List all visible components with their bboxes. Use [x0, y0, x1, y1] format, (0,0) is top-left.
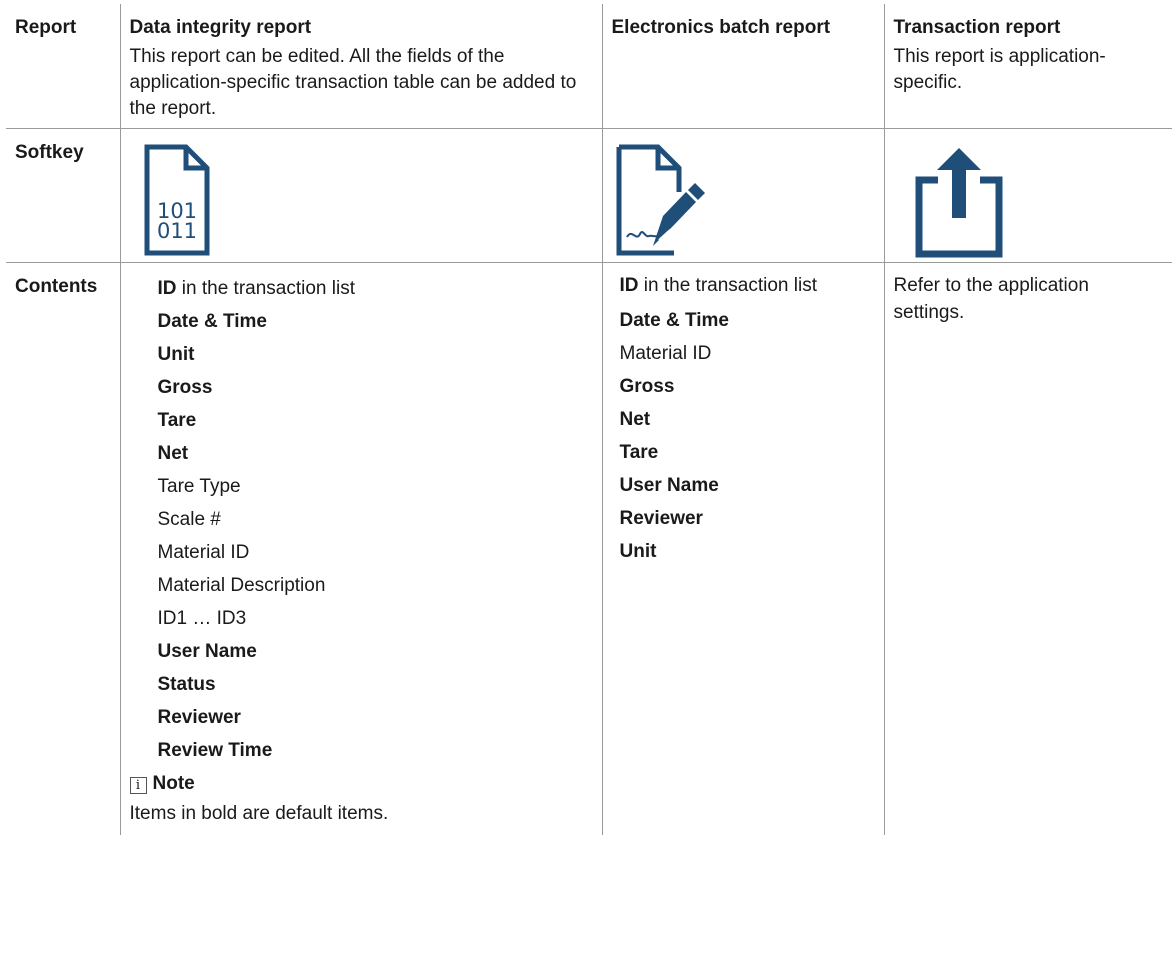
content-item: Date & Time [157, 311, 267, 332]
content-item: Gross [157, 377, 213, 398]
content-item: Reviewer [619, 508, 703, 529]
row-header-contents: Contents [6, 262, 121, 835]
data-integrity-softkey-cell: 101 011 [119, 128, 603, 263]
info-icon: i [129, 777, 147, 794]
content-item: Tare Type [157, 476, 241, 497]
binary-file-icon: 101 011 [144, 144, 209, 256]
transaction-header-cell: Transaction report This report is applic… [883, 4, 1172, 129]
transaction-softkey-cell [883, 128, 1172, 263]
content-item: Reviewer [157, 707, 241, 728]
content-item: Unit [619, 541, 657, 562]
data-integrity-contents-list: ID in the transaction list Date & Time Uni… [130, 272, 594, 767]
content-item: Net [157, 443, 189, 464]
data-integrity-title: Data integrity report [129, 17, 312, 38]
content-item: Date & Time [619, 310, 729, 331]
content-item: Status [157, 674, 216, 695]
svg-text:011: 011 [156, 219, 196, 243]
content-item: Net [619, 409, 651, 430]
data-integrity-header-cell: Data integrity report This report can be… [119, 4, 603, 129]
electronics-batch-softkey-cell [601, 128, 885, 263]
contents-row: Contents ID in the transaction list Date … [6, 262, 1172, 835]
data-integrity-description: This report can be edited. All the field… [129, 46, 577, 119]
report-row: Report Data integrity report This report… [6, 4, 1172, 129]
electronics-batch-contents-cell: ID in the transaction list Date & Time Mat… [601, 262, 885, 835]
softkey-row: Softkey 101 011 [6, 128, 1172, 263]
transaction-report-description: This report is application-specific. [893, 46, 1106, 93]
row-header-report: Report [6, 4, 121, 129]
content-item: Material ID [157, 542, 250, 563]
content-item: Scale # [157, 509, 221, 530]
note-title: i Note [129, 769, 594, 799]
content-item: User Name [619, 475, 719, 496]
content-item: Material ID [619, 343, 712, 364]
data-integrity-contents-cell: ID in the transaction list Date & Time Uni… [119, 262, 603, 835]
export-upload-icon [915, 148, 1002, 258]
electronics-batch-contents-list: ID in the transaction list Date & Time Mat… [612, 272, 876, 568]
document-signature-icon [616, 144, 705, 256]
row-header-softkey: Softkey [6, 128, 121, 263]
transaction-contents-text: Refer to the application settings. [893, 275, 1089, 323]
content-item: ID1 … ID3 [157, 608, 247, 629]
content-item: Unit [157, 344, 195, 365]
note-text: Items in bold are default items. [129, 803, 389, 824]
content-item: ID in the transaction list [157, 278, 355, 299]
content-item: Review Time [157, 740, 273, 761]
content-item: Tare [619, 442, 659, 463]
report-comparison-table: Report Data integrity report This report… [6, 4, 1172, 835]
content-item: ID in the transaction list [619, 275, 817, 296]
electronics-batch-title: Electronics batch report [611, 17, 831, 38]
content-item: Material Description [157, 575, 326, 596]
content-item: Gross [619, 376, 675, 397]
electronics-batch-header-cell: Electronics batch report [601, 4, 885, 129]
transaction-contents-cell: Refer to the application settings. [883, 262, 1172, 835]
content-item: Tare [157, 410, 197, 431]
content-item: User Name [157, 641, 257, 662]
transaction-report-title: Transaction report [893, 17, 1061, 38]
